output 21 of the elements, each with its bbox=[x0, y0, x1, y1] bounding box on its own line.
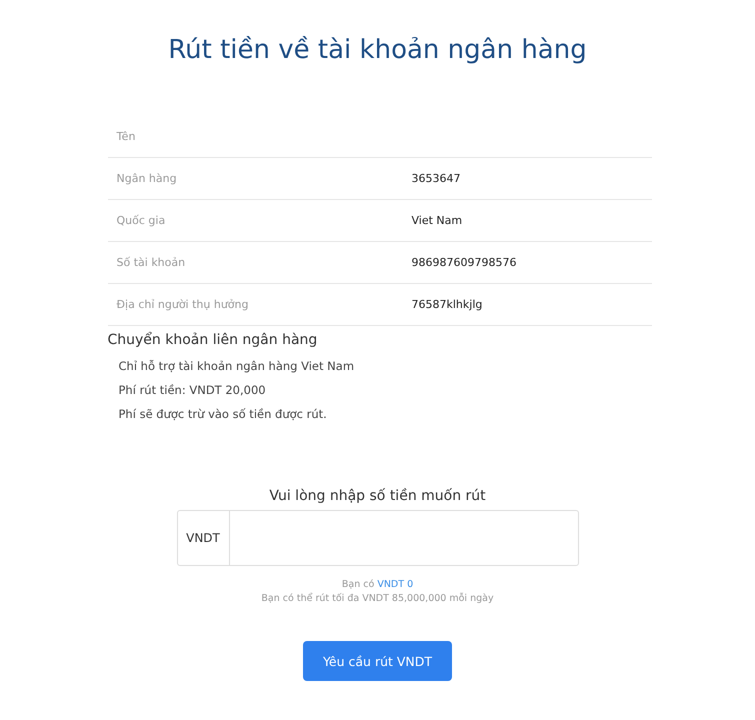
balance-link[interactable]: VNDT 0 bbox=[377, 579, 414, 590]
currency-label: VNDT bbox=[178, 511, 230, 565]
detail-value: Viet Nam bbox=[412, 214, 462, 227]
detail-label: Tên bbox=[116, 130, 136, 143]
detail-label: Quốc gia bbox=[116, 214, 166, 227]
note-text: Chỉ hỗ trợ tài khoản ngân hàng Viet Nam bbox=[118, 358, 356, 375]
note-text: Phí rút tiền: VNDT 20,000 bbox=[118, 382, 267, 399]
detail-label: Số tài khoản bbox=[116, 256, 186, 269]
withdraw-button[interactable]: Yêu cầu rút VNDT bbox=[303, 641, 452, 681]
detail-label: Địa chỉ người thụ hưởng bbox=[116, 298, 250, 311]
page-title: Rút tiền về tài khoản ngân hàng bbox=[168, 34, 587, 67]
limit-text: Bạn có thể rút tối đa VNDT 85,000,000 mỗi ngày bbox=[261, 592, 494, 606]
amount-prompt: Vui lòng nhập số tiền muốn rút bbox=[269, 488, 486, 504]
detail-value: 986987609798576 bbox=[412, 256, 516, 269]
detail-value: 76587klhkjlg bbox=[412, 298, 482, 311]
amount-field[interactable]: VNDT bbox=[176, 510, 578, 566]
section-heading: Chuyển khoản liên ngân hàng bbox=[108, 332, 318, 348]
balance-text: Bạn có VNDT 0 bbox=[342, 578, 414, 592]
detail-label: Ngân hàng bbox=[116, 172, 178, 185]
note-text: Phí sẽ được trừ vào số tiền được rút. bbox=[118, 406, 328, 423]
detail-value: 3653647 bbox=[412, 172, 460, 185]
